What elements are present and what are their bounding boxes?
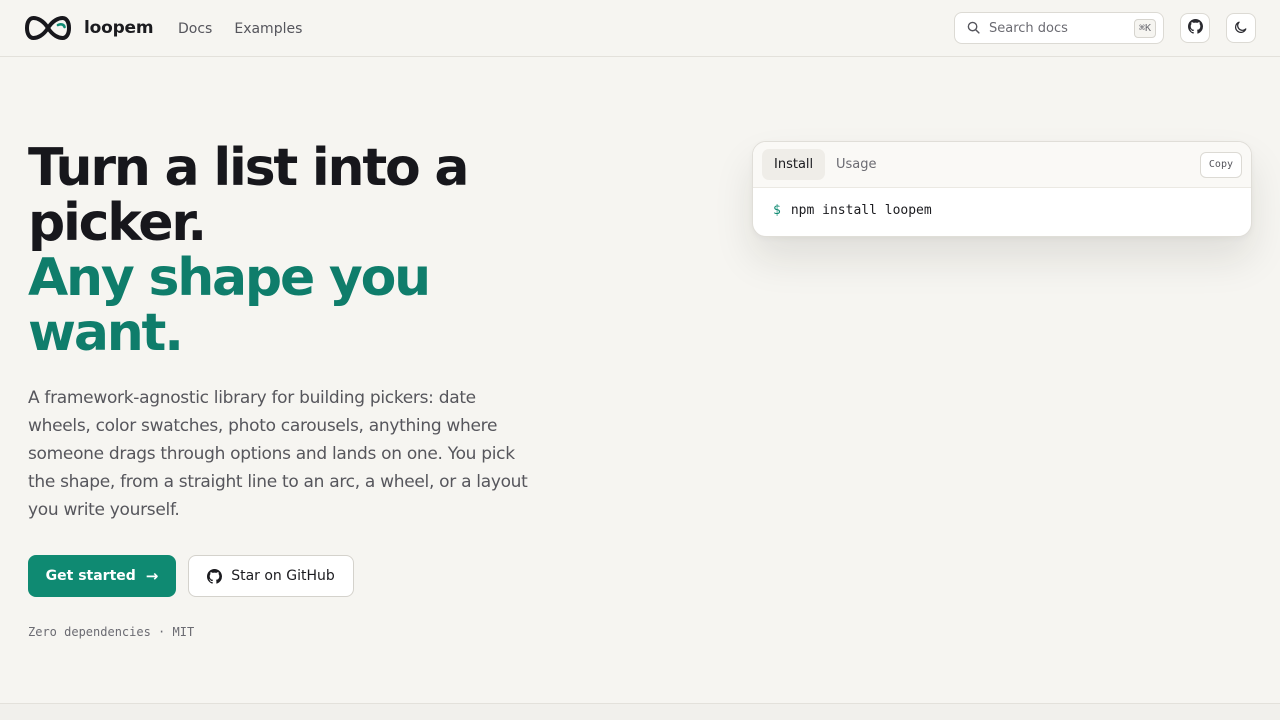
code-card-header: Install Usage Copy — [753, 142, 1251, 188]
nav-link-examples[interactable]: Examples — [234, 19, 302, 39]
github-button[interactable] — [1180, 13, 1210, 43]
hero-headline: Turn a list into a picker. Any shape you… — [28, 141, 548, 361]
install-command-text: npm install loopem — [790, 203, 932, 218]
moon-icon — [1234, 19, 1248, 38]
brand-logo-link[interactable]: loopem — [25, 15, 154, 41]
star-on-github-button[interactable]: Star on GitHub — [188, 555, 354, 597]
hero-headline-line1: Turn a list into a picker. — [28, 138, 470, 253]
search-shortcut-badge: ⌘K — [1133, 19, 1156, 38]
nav-link-docs[interactable]: Docs — [178, 19, 212, 39]
brand-name: loopem — [84, 18, 154, 38]
hero-description: A framework-agnostic library for buildin… — [28, 388, 528, 520]
search-icon — [967, 19, 980, 38]
github-icon — [1187, 18, 1203, 38]
search-input[interactable]: Search docs ⌘K — [954, 12, 1164, 44]
hero-headline-line2: Any shape you want. — [28, 248, 431, 363]
arrow-right-icon: → — [145, 567, 159, 585]
main-nav: Docs Examples — [178, 19, 324, 39]
copy-button[interactable]: Copy — [1199, 152, 1242, 178]
get-started-button[interactable]: Get started → — [28, 555, 176, 597]
theme-toggle-button[interactable] — [1226, 13, 1256, 43]
tab-usage[interactable]: Usage — [824, 149, 889, 180]
section-divider — [0, 703, 1280, 720]
tab-install[interactable]: Install — [762, 149, 826, 180]
github-icon — [207, 568, 231, 584]
infinity-icon — [25, 15, 71, 41]
install-command: $ npm install loopem — [773, 203, 932, 218]
search-placeholder: Search docs — [989, 20, 1068, 36]
shell-prompt: $ — [773, 203, 781, 218]
site-header: loopem Docs Examples Search docs ⌘K — [0, 0, 1280, 57]
get-started-label: Get started — [45, 568, 136, 584]
hero-meta-text: Zero dependencies · MIT — [28, 625, 195, 639]
star-on-github-label: Star on GitHub — [231, 568, 335, 584]
code-snippet-card: Install Usage Copy $ npm install loopem — [752, 141, 1252, 237]
